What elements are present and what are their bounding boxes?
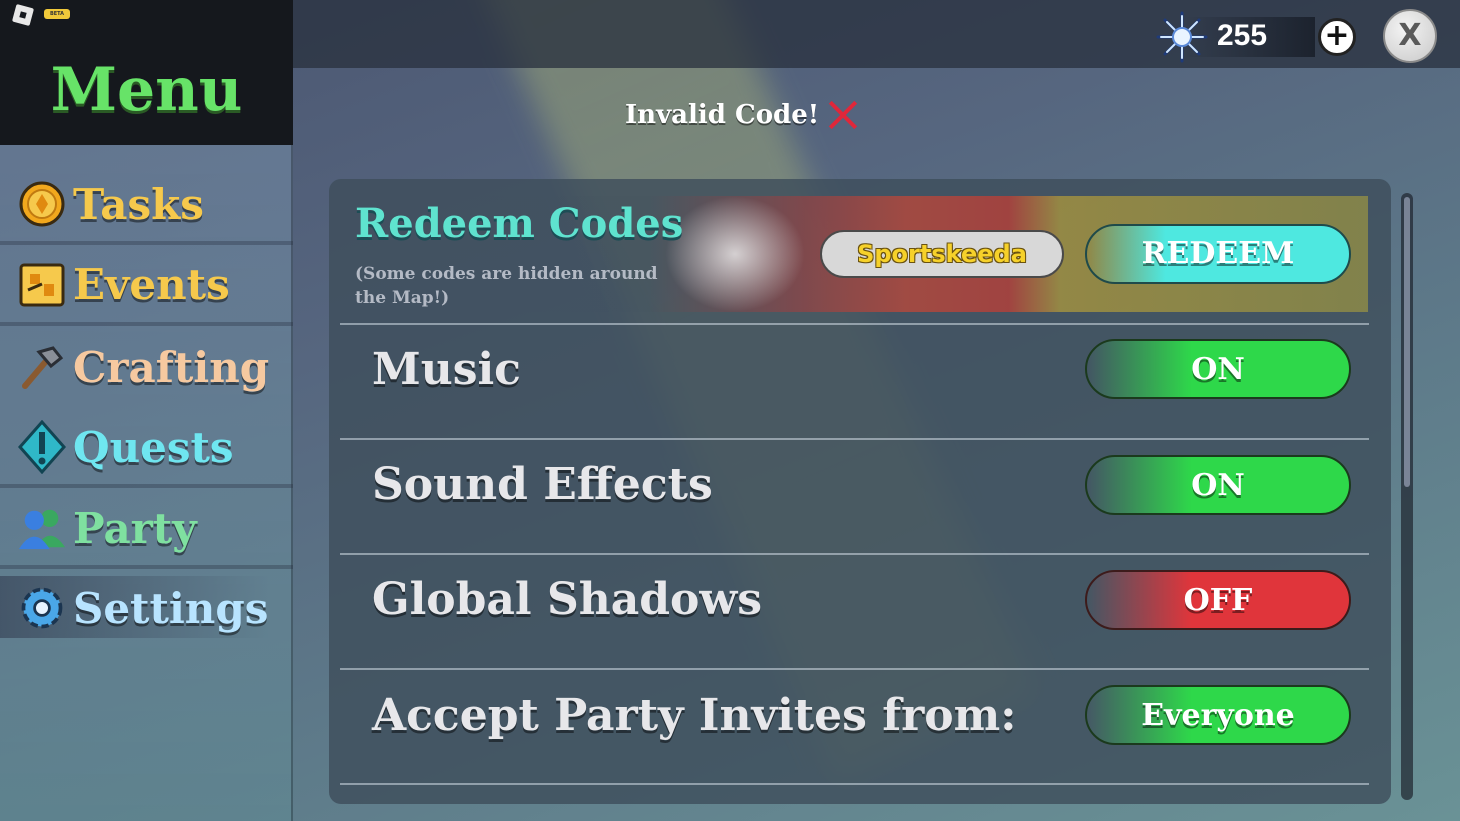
events-book-icon <box>17 259 67 309</box>
party-people-icon <box>17 503 67 553</box>
music-toggle[interactable]: ON <box>1085 339 1351 399</box>
row-divider <box>340 783 1369 785</box>
quest-diamond-icon <box>17 420 67 474</box>
gear-icon <box>17 583 67 633</box>
banner-character-art <box>665 196 805 312</box>
divider <box>0 322 293 326</box>
redeem-codes-title: Redeem Codes <box>355 200 684 247</box>
redeem-button[interactable]: REDEEM <box>1085 224 1351 284</box>
sidebar-item-label: Quests <box>73 422 234 472</box>
global-shadows-toggle[interactable]: OFF <box>1085 570 1351 630</box>
setting-label-global-shadows: Global Shadows <box>372 574 762 625</box>
row-divider <box>340 323 1369 325</box>
sidebar-item-quests[interactable]: Quests <box>0 408 293 486</box>
sidebar-item-label: Settings <box>73 583 269 633</box>
redeem-codes-subtitle: (Some codes are hidden around the Map!) <box>355 264 658 308</box>
beta-badge: BETA <box>44 9 70 19</box>
status-message: Invalid Code! <box>625 95 859 135</box>
invalid-code-text: Invalid Code! <box>625 100 820 130</box>
row-divider <box>340 668 1369 670</box>
row-divider <box>340 438 1369 440</box>
setting-label-sound-effects: Sound Effects <box>372 459 713 510</box>
party-invites-toggle[interactable]: Everyone <box>1085 685 1351 745</box>
setting-label-party-invites: Accept Party Invites from: <box>372 690 1017 741</box>
close-button[interactable]: X <box>1383 9 1437 63</box>
snowflake-gem-icon <box>1155 10 1209 68</box>
sidebar-item-label: Tasks <box>73 179 204 229</box>
sidebar-menu: BETA Menu Tasks Events Crafting Quests P… <box>0 0 293 821</box>
currency-value: 255 <box>1217 19 1268 52</box>
menu-header: BETA Menu <box>0 0 293 145</box>
setting-label-music: Music <box>372 344 521 395</box>
scrollbar-thumb[interactable] <box>1404 197 1410 487</box>
sidebar-item-tasks[interactable]: Tasks <box>0 165 293 243</box>
row-divider <box>340 553 1369 555</box>
sidebar-item-label: Party <box>73 503 197 553</box>
divider <box>0 484 293 488</box>
error-x-icon <box>827 99 859 131</box>
sidebar-item-label: Events <box>73 259 230 309</box>
sidebar-item-party[interactable]: Party <box>0 489 293 567</box>
sidebar-item-label: Crafting <box>73 342 270 392</box>
roblox-logo-icon[interactable] <box>11 3 35 27</box>
tasks-coin-icon <box>17 179 67 229</box>
code-input[interactable]: Sportskeeda <box>820 230 1064 278</box>
sidebar-item-events[interactable]: Events <box>0 245 293 323</box>
sound-effects-toggle[interactable]: ON <box>1085 455 1351 515</box>
sidebar-item-settings[interactable]: Settings <box>0 569 293 647</box>
sidebar-item-crafting[interactable]: Crafting <box>0 328 293 406</box>
menu-title: Menu <box>50 55 243 125</box>
hammer-icon <box>17 342 67 392</box>
add-currency-button[interactable]: + <box>1318 18 1356 56</box>
